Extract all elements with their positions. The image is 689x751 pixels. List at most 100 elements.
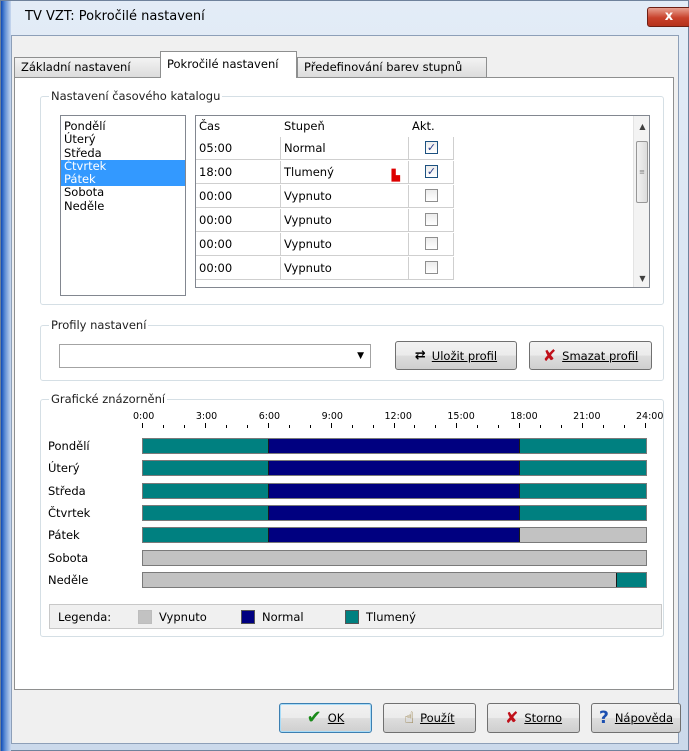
scroll-up-arrow-icon[interactable]: ▲ [634,118,649,135]
profiles-group-label: Profily nastavení [49,318,149,332]
tab-redefine-level-colors[interactable]: Předefinování barev stupnů [297,57,487,77]
graph-segment [616,572,646,587]
cell-level[interactable]: Normal [281,137,409,160]
graph-day-label: Pátek [48,528,80,543]
graph-segment [520,483,646,498]
tab-advanced-settings[interactable]: Pokročilé nastavení [160,51,297,78]
cell-time[interactable]: 00:00 [196,233,281,256]
graph-tick-label: 21:00 [573,411,601,422]
active-checkbox[interactable] [425,261,438,274]
delete-profile-button[interactable]: ✘ Smazat profil [529,341,652,370]
tab-basic-settings[interactable]: Základní nastavení [14,57,161,77]
apply-label: Použít [420,711,455,725]
active-checkbox[interactable]: ✓ [425,165,438,178]
column-header-time[interactable]: Čas [196,116,281,137]
cell-active [409,185,454,208]
graph-segment [268,461,521,476]
graph-tick-mark [414,425,415,428]
graph-segment [268,483,521,498]
apply-button[interactable]: ☝ Použít [383,703,476,733]
graph-segment [520,461,646,476]
cell-active [409,233,454,256]
save-profile-button[interactable]: ⇄ Uložit profil [395,341,517,370]
day-list-item[interactable]: Čtvrtek [61,159,185,174]
ok-button[interactable]: ✔ OK [279,703,372,733]
graph-tick-mark [205,423,206,428]
active-checkbox[interactable] [425,237,438,250]
graph-tick-label: 15:00 [447,411,475,422]
graph-day-label: Neděle [48,572,89,587]
cell-time[interactable]: 00:00 [196,185,281,208]
cell-level[interactable]: Vypnuto [281,233,409,256]
graph-day-label: Sobota [48,550,89,565]
cell-time[interactable]: 05:00 [196,137,281,160]
close-button[interactable]: x [647,7,689,27]
active-checkbox[interactable] [425,189,438,202]
graph-day-track [142,460,647,477]
dropdown-arrow-icon[interactable]: ▼ [357,351,364,361]
cancel-cross-icon: ✘ [504,708,519,727]
legend-entry-label: Normal [262,610,304,624]
graph-tick-label: 12:00 [384,411,412,422]
day-list-item[interactable]: Středa [61,146,185,160]
day-list-item[interactable]: Úterý [61,133,185,146]
graph-segment [520,528,646,543]
day-list-item[interactable]: Sobota [61,186,185,199]
graph-tick-label: 9:00 [321,411,343,422]
tab-panel: Nastavení časového katalogu Pondělí Úterý… [14,77,674,690]
graph-tick-label: 18:00 [510,411,538,422]
cell-active [409,209,454,232]
scroll-down-arrow-icon[interactable]: ▼ [634,270,649,287]
cancel-label: Storno [524,711,563,725]
cell-level[interactable]: Tlumený ▙ [281,161,409,184]
graph-tick-label: 0:00 [133,411,155,422]
active-checkbox[interactable] [425,213,438,226]
cell-level[interactable]: Vypnuto [281,185,409,208]
graph-day-track [142,482,647,499]
graph-tick-mark [561,425,562,428]
cell-time[interactable]: 00:00 [196,257,281,280]
legend-swatch [241,610,255,624]
cell-time[interactable]: 00:00 [196,209,281,232]
day-list[interactable]: Pondělí Úterý Středa Čtvrtek Pátek Sobota Nedě… [60,115,186,296]
legend-entry-label: Tlumený [366,610,416,624]
graph-segment [268,439,521,453]
graph-tick-mark [498,425,499,428]
help-button[interactable]: ? Nápověda [591,703,681,733]
profile-select[interactable]: ▼ [59,344,371,368]
help-label: Nápověda [614,711,674,725]
column-header-active[interactable]: Akt. [409,116,454,137]
day-list-item[interactable]: Pátek [61,173,185,187]
graph-tick-mark [456,423,457,428]
delete-profile-label: Smazat profil [562,348,639,363]
graph-segment [143,505,269,520]
cell-level[interactable]: Vypnuto [281,209,409,232]
graph-tick-mark [373,425,374,428]
graph-segment [143,572,617,587]
graph-tick-mark [540,425,541,428]
graph-group-label: Grafické znázornění [49,392,168,406]
legend-swatch [138,610,152,624]
graph-tick-mark [163,425,164,428]
title-bar[interactable]: TV VZT: Pokročilé nastavení x [11,1,689,35]
hand-icon: ☝ [404,708,415,727]
graph-tick-mark [477,425,478,428]
cell-time[interactable]: 18:00 [196,161,281,184]
graph-tick-label: 24:00 [636,411,664,422]
cancel-button[interactable]: ✘ Storno [487,703,580,733]
column-header-level[interactable]: Stupeň [281,116,409,137]
day-list-item[interactable]: Neděle [61,199,185,213]
cell-level[interactable]: Vypnuto [281,257,409,280]
schedule-scrollbar[interactable]: ▲ ≡ ▼ [633,116,649,287]
help-question-icon: ? [598,708,609,728]
graph-tick-mark [624,425,625,428]
legend: Legenda: Vypnuto Normal Tlumený [49,604,662,629]
graph-day-label: Pondělí [48,439,90,453]
close-icon: x [664,9,674,24]
graph-tick-label: 6:00 [258,411,281,422]
scroll-thumb[interactable]: ≡ [636,141,648,203]
schedule-grid: Čas Stupeň Akt. 05:00 Normal ✓ 18:00 Tlumený… [195,115,650,288]
graph-tick-mark [142,423,143,428]
active-checkbox[interactable]: ✓ [425,141,438,154]
graph-day-track [142,438,647,454]
